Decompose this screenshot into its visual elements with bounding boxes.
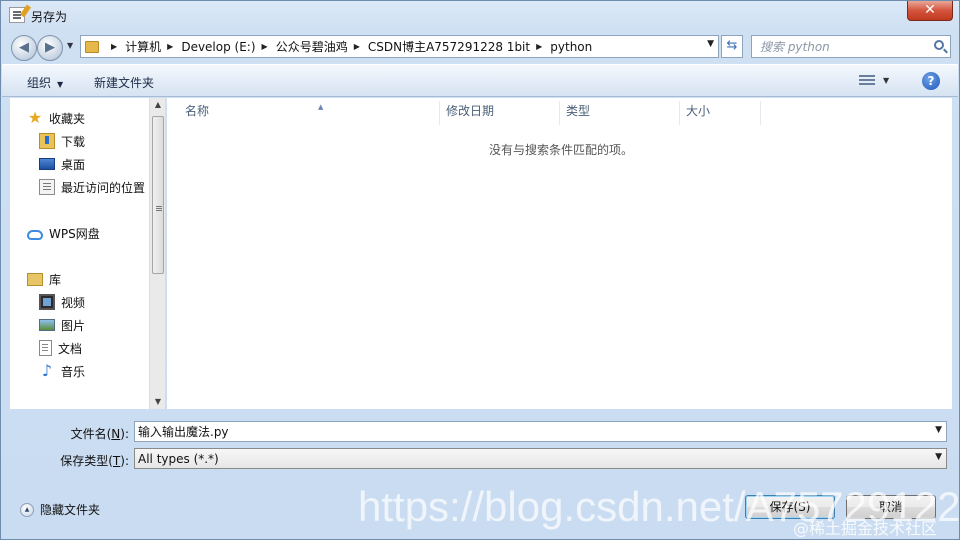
sidebar-item-label: 视频 xyxy=(61,295,86,310)
title-bar: 另存为 ✕ xyxy=(1,1,959,31)
view-options-icon[interactable] xyxy=(859,75,875,87)
save-type-label-text: 保存类型( xyxy=(60,454,113,468)
back-arrow-icon: ◀ xyxy=(19,40,29,55)
column-header-date[interactable]: 修改日期 xyxy=(440,101,560,125)
recent-places-icon xyxy=(39,179,55,195)
sidebar-item-label: WPS网盘 xyxy=(49,226,100,241)
breadcrumb-separator[interactable]: ▶ xyxy=(262,42,268,51)
breadcrumb-computer[interactable]: 计算机 xyxy=(125,38,161,55)
sidebar-item-downloads[interactable]: 下载 xyxy=(39,131,85,151)
sidebar-item-desktop[interactable]: 桌面 xyxy=(39,154,85,174)
scroll-up-icon[interactable]: ▲ xyxy=(150,98,166,112)
breadcrumb-current[interactable]: python xyxy=(550,40,592,54)
organize-label: 组织 xyxy=(27,76,52,90)
search-icon[interactable] xyxy=(934,40,944,50)
filename-accesskey: N xyxy=(111,427,121,441)
sidebar-item-label: 收藏夹 xyxy=(49,111,86,126)
window-title: 另存为 xyxy=(31,10,68,24)
column-header-size[interactable]: 大小 xyxy=(680,101,761,125)
sidebar-item-libraries[interactable]: 库 xyxy=(27,269,61,289)
recent-locations-dropdown-icon[interactable]: ▼ xyxy=(67,41,73,50)
sort-ascending-icon: ▲ xyxy=(318,103,324,111)
sidebar-item-documents[interactable]: 文档 xyxy=(39,338,82,358)
help-icon[interactable]: ? xyxy=(922,72,940,90)
downloads-folder-icon xyxy=(39,133,55,149)
address-bar[interactable]: ▶ 计算机 ▶ Develop (E:) ▶ 公众号碧油鸡 ▶ CSDN博主A7… xyxy=(80,35,719,58)
breadcrumb-folder-2[interactable]: CSDN博主A757291228 1bit xyxy=(368,38,530,55)
close-button[interactable]: ✕ xyxy=(907,1,953,21)
sidebar-item-favorites[interactable]: ★ 收藏夹 xyxy=(27,108,85,128)
save-type-dropdown-icon[interactable]: ▼ xyxy=(935,452,942,462)
refresh-button[interactable]: ⇆ xyxy=(721,35,743,58)
breadcrumb-separator[interactable]: ▶ xyxy=(167,42,173,51)
breadcrumb-separator[interactable]: ▶ xyxy=(354,42,360,51)
file-list[interactable]: ▲ 名称 修改日期 类型 大小 没有与搜索条件匹配的项。 xyxy=(167,98,952,409)
desktop-icon xyxy=(39,158,55,170)
filename-label-suffix: ): xyxy=(120,427,129,441)
sidebar-item-wps-cloud[interactable]: WPS网盘 xyxy=(27,223,100,243)
cancel-button[interactable]: 取消 xyxy=(846,495,936,519)
refresh-icon: ⇆ xyxy=(726,38,738,53)
hide-folders-toggle[interactable]: ▲ 隐藏文件夹 xyxy=(20,501,100,518)
scrollbar-thumb[interactable] xyxy=(152,116,164,274)
sidebar-item-label: 音乐 xyxy=(61,364,86,379)
back-button[interactable]: ◀ xyxy=(11,35,37,61)
navigation-pane: ★ 收藏夹 下载 桌面 最近访问的位置 WPS网盘 库 视频 图片 文档 ♪ 音… xyxy=(10,98,149,409)
organize-menu[interactable]: 组织 ▼ xyxy=(27,74,63,91)
breadcrumb-folder-1[interactable]: 公众号碧油鸡 xyxy=(276,38,348,55)
filename-dropdown-icon[interactable]: ▼ xyxy=(935,425,942,435)
sidebar-item-music[interactable]: ♪ 音乐 xyxy=(39,361,85,381)
star-icon: ★ xyxy=(27,108,43,127)
folder-icon xyxy=(85,40,99,53)
save-button[interactable]: 保存(S) xyxy=(745,495,835,519)
search-box[interactable] xyxy=(751,35,951,58)
save-type-value: All types (*.*) xyxy=(138,452,219,466)
save-type-label: 保存类型(T): xyxy=(31,452,129,469)
breadcrumb-separator[interactable]: ▶ xyxy=(536,42,542,51)
filename-label-text: 文件名( xyxy=(70,427,112,441)
cloud-icon xyxy=(27,229,43,240)
filename-field[interactable]: ▼ xyxy=(134,421,947,442)
save-type-label-suffix: ): xyxy=(120,454,129,468)
address-dropdown-icon[interactable]: ▼ xyxy=(707,39,714,49)
sidebar-item-label: 下载 xyxy=(61,134,86,149)
new-folder-button[interactable]: 新建文件夹 xyxy=(94,74,154,91)
sidebar-item-label: 最近访问的位置 xyxy=(61,180,146,195)
filename-input[interactable] xyxy=(135,422,915,441)
notepad-icon xyxy=(9,4,31,23)
collapse-up-icon: ▲ xyxy=(20,502,34,517)
documents-icon xyxy=(39,340,52,356)
navigation-scrollbar[interactable]: ▲ ▼ xyxy=(149,98,165,409)
empty-folder-message: 没有与搜索条件匹配的项。 xyxy=(489,143,634,157)
save-as-dialog: 另存为 ✕ ◀ ▶ ▼ ▶ 计算机 ▶ Develop (E:) ▶ 公众号碧油… xyxy=(0,0,960,540)
sidebar-item-pictures[interactable]: 图片 xyxy=(39,315,85,335)
pictures-icon xyxy=(39,319,55,331)
column-header-name[interactable]: ▲ 名称 xyxy=(179,101,440,125)
sidebar-item-videos[interactable]: 视频 xyxy=(39,292,85,312)
library-icon xyxy=(27,272,43,286)
sidebar-item-label: 文档 xyxy=(58,341,83,356)
sidebar-item-label: 桌面 xyxy=(61,157,86,172)
video-icon xyxy=(39,294,55,310)
sidebar-item-recent-places[interactable]: 最近访问的位置 xyxy=(39,177,145,197)
forward-arrow-icon: ▶ xyxy=(45,40,55,55)
filename-label: 文件名(N): xyxy=(31,425,129,442)
scroll-down-icon[interactable]: ▼ xyxy=(150,395,166,409)
view-dropdown-icon[interactable]: ▼ xyxy=(883,76,889,85)
save-type-select[interactable]: All types (*.*) ▼ xyxy=(134,448,947,469)
sidebar-item-label: 图片 xyxy=(61,318,86,333)
column-header-type[interactable]: 类型 xyxy=(560,101,680,125)
breadcrumb-drive[interactable]: Develop (E:) xyxy=(181,40,255,54)
search-input[interactable] xyxy=(752,36,922,57)
chevron-down-icon: ▼ xyxy=(57,80,64,89)
column-header-label: 名称 xyxy=(185,104,210,118)
breadcrumb-separator[interactable]: ▶ xyxy=(111,42,117,51)
forward-button[interactable]: ▶ xyxy=(37,35,63,61)
toolbar: 组织 ▼ 新建文件夹 ▼ ? xyxy=(2,64,958,97)
sidebar-item-label: 库 xyxy=(49,272,62,287)
hide-folders-label: 隐藏文件夹 xyxy=(40,503,101,517)
music-icon: ♪ xyxy=(41,361,53,380)
